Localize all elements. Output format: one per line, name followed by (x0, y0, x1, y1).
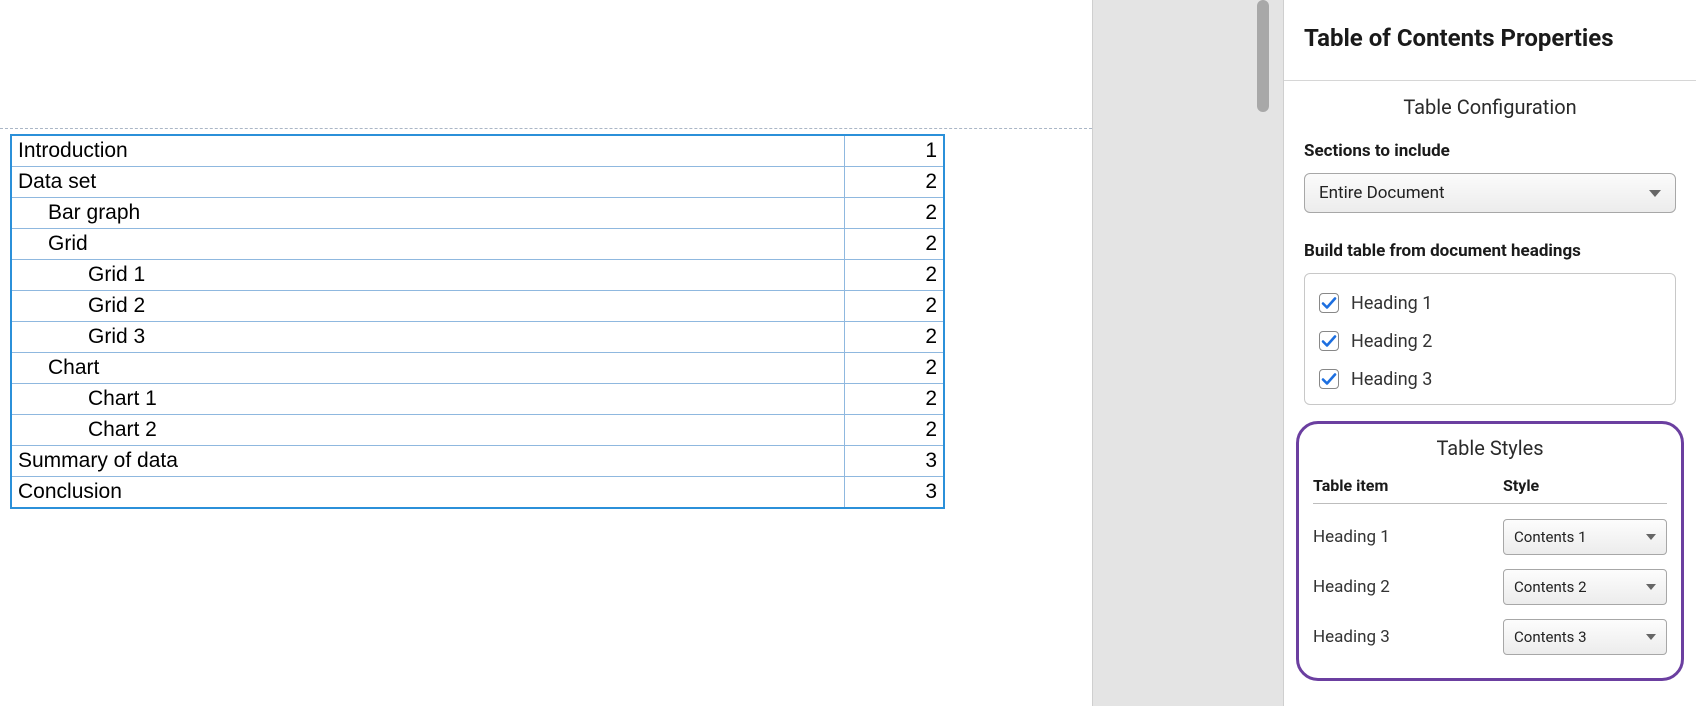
heading-checkbox-row[interactable]: Heading 3 (1319, 360, 1661, 398)
style-dropdown[interactable]: Contents 1 (1503, 519, 1667, 555)
toc-entry-label: Chart (11, 353, 844, 384)
styles-heading: Table Styles (1313, 436, 1667, 460)
panel-title: Table of Contents Properties (1304, 24, 1676, 52)
style-dropdown-value: Contents 3 (1514, 628, 1587, 646)
scrollbar-track[interactable] (1257, 0, 1269, 706)
toc-entry-page: 1 (844, 135, 944, 167)
toc-entry-page: 2 (844, 229, 944, 260)
styles-row: Heading 1 Contents 1 (1313, 512, 1667, 562)
toc-entry-page: 2 (844, 353, 944, 384)
toc-entry-label: Bar graph (11, 198, 844, 229)
toc-entry-page: 3 (844, 446, 944, 477)
chevron-down-icon (1646, 634, 1656, 640)
sections-dropdown[interactable]: Entire Document (1304, 173, 1676, 213)
build-label: Build table from document headings (1304, 241, 1676, 261)
toc-row[interactable]: Chart2 (11, 353, 944, 384)
check-icon (1321, 371, 1337, 387)
chevron-down-icon (1646, 534, 1656, 540)
toc-properties-panel: Table of Contents Properties Table Confi… (1284, 0, 1696, 706)
toc-row[interactable]: Grid 22 (11, 291, 944, 322)
check-icon (1321, 295, 1337, 311)
style-dropdown[interactable]: Contents 3 (1503, 619, 1667, 655)
table-styles-box: Table Styles Table item Style Heading 1 C… (1296, 421, 1684, 681)
toc-row[interactable]: Grid2 (11, 229, 944, 260)
toc-row[interactable]: Grid 12 (11, 260, 944, 291)
toc-row[interactable]: Data set2 (11, 167, 944, 198)
style-dropdown-value: Contents 2 (1514, 578, 1587, 596)
toc-entry-label: Introduction (11, 135, 844, 167)
styles-item-label: Heading 2 (1313, 577, 1503, 597)
toc-entry-label: Grid 2 (11, 291, 844, 322)
styles-col-style: Style (1503, 476, 1667, 495)
styles-row: Heading 2 Contents 2 (1313, 562, 1667, 612)
config-heading: Table Configuration (1304, 95, 1676, 119)
toc-row[interactable]: Conclusion3 (11, 477, 944, 509)
toc-row[interactable]: Introduction1 (11, 135, 944, 167)
panel-divider (1284, 80, 1696, 81)
check-icon (1321, 333, 1337, 349)
checkbox[interactable] (1319, 293, 1339, 313)
toc-row[interactable]: Chart 22 (11, 415, 944, 446)
page-break-line (0, 128, 1092, 129)
sections-label: Sections to include (1304, 141, 1676, 161)
scrollbar-thumb[interactable] (1257, 0, 1269, 112)
styles-item-label: Heading 3 (1313, 627, 1503, 647)
chevron-down-icon (1646, 584, 1656, 590)
toc-table[interactable]: Introduction1Data set2Bar graph2Grid2Gri… (10, 134, 945, 509)
toc-entry-page: 3 (844, 477, 944, 509)
toc-entry-page: 2 (844, 384, 944, 415)
heading-checkbox-row[interactable]: Heading 2 (1319, 322, 1661, 360)
toc-entry-label: Summary of data (11, 446, 844, 477)
heading-checkbox-row[interactable]: Heading 1 (1319, 284, 1661, 322)
gutter (1092, 0, 1284, 706)
toc-entry-page: 2 (844, 322, 944, 353)
styles-col-item: Table item (1313, 476, 1503, 495)
toc-entry-page: 2 (844, 198, 944, 229)
style-dropdown[interactable]: Contents 2 (1503, 569, 1667, 605)
chevron-down-icon (1649, 190, 1661, 197)
toc-entry-page: 2 (844, 167, 944, 198)
toc-entry-label: Chart 1 (11, 384, 844, 415)
toc-row[interactable]: Summary of data3 (11, 446, 944, 477)
toc-entry-page: 2 (844, 291, 944, 322)
toc-entry-label: Conclusion (11, 477, 844, 509)
style-dropdown-value: Contents 1 (1514, 528, 1587, 546)
toc-entry-page: 2 (844, 260, 944, 291)
toc-entry-label: Data set (11, 167, 844, 198)
document-canvas: Introduction1Data set2Bar graph2Grid2Gri… (0, 0, 1092, 706)
checkbox-label: Heading 2 (1351, 331, 1432, 352)
styles-table-header: Table item Style (1313, 476, 1667, 504)
heading-checkbox-group: Heading 1 Heading 2 Heading 3 (1304, 273, 1676, 405)
toc-entry-page: 2 (844, 415, 944, 446)
checkbox[interactable] (1319, 369, 1339, 389)
toc-row[interactable]: Grid 32 (11, 322, 944, 353)
toc-entry-label: Grid 1 (11, 260, 844, 291)
toc-entry-label: Chart 2 (11, 415, 844, 446)
styles-row: Heading 3 Contents 3 (1313, 612, 1667, 662)
toc-entry-label: Grid (11, 229, 844, 260)
styles-item-label: Heading 1 (1313, 527, 1503, 547)
toc-row[interactable]: Chart 12 (11, 384, 944, 415)
checkbox-label: Heading 3 (1351, 369, 1432, 390)
checkbox[interactable] (1319, 331, 1339, 351)
checkbox-label: Heading 1 (1351, 293, 1432, 314)
toc-row[interactable]: Bar graph2 (11, 198, 944, 229)
sections-dropdown-value: Entire Document (1319, 183, 1445, 203)
toc-entry-label: Grid 3 (11, 322, 844, 353)
